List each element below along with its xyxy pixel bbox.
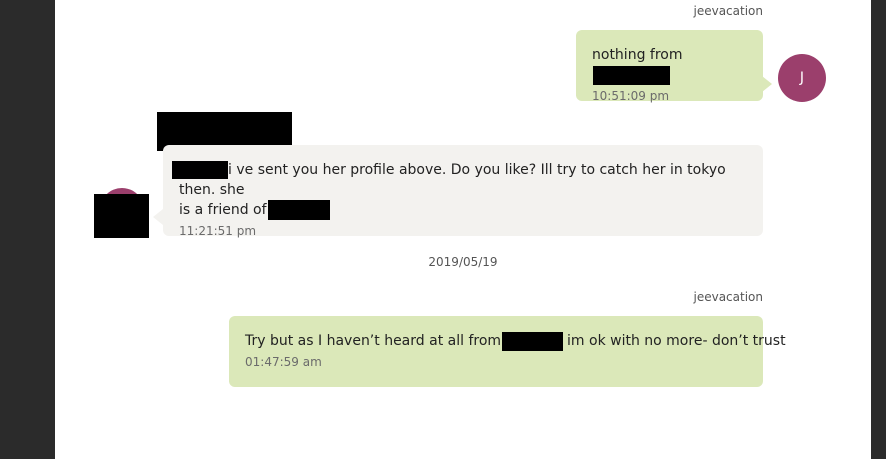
message-sender-name: jeevacation (693, 4, 764, 18)
redacted-block (172, 161, 228, 179)
message-timestamp: 11:21:51 pm (179, 224, 257, 238)
redacted-block (502, 331, 564, 351)
outgoing-message-bubble[interactable]: Try but as I haven’t heard at all from im… (229, 316, 786, 387)
right-dark-margin (871, 0, 886, 459)
message-text-part: is a friend of (179, 202, 267, 218)
outgoing-message-bubble[interactable]: nothing from 10:51:09 pm (576, 30, 763, 103)
redacted-block (267, 200, 330, 220)
redacted-avatar (94, 194, 149, 238)
chat-page: jeevacation nothing from 10:51:09 pm J i… (55, 0, 871, 459)
message-text: Try but as I haven’t heard at all from im… (245, 331, 786, 351)
message-text-part: Try but as I haven’t heard at all from (245, 333, 502, 349)
message-text-part: im ok with no more- don’t trust (567, 333, 786, 349)
date-separator: 2019/05/19 (428, 255, 498, 269)
bubble-tail (762, 76, 772, 92)
avatar[interactable]: J (778, 54, 826, 102)
message-timestamp: 01:47:59 am (245, 355, 322, 369)
message-text-part: nothing from (592, 47, 683, 63)
incoming-message-bubble[interactable]: i ve sent you her profile above. Do you … (163, 145, 763, 238)
bubble-tail (153, 209, 163, 225)
message-timestamp: 10:51:09 pm (592, 89, 670, 103)
message-text-part: i ve sent you her profile above. Do you … (179, 162, 726, 198)
message-text: nothing from (592, 45, 747, 85)
message-sender-name: jeevacation (693, 290, 764, 304)
left-dark-margin (0, 0, 55, 459)
avatar-initial: J (799, 70, 805, 86)
message-text: i ve sent you her profile above. Do you … (172, 160, 747, 220)
redacted-block (593, 65, 670, 85)
